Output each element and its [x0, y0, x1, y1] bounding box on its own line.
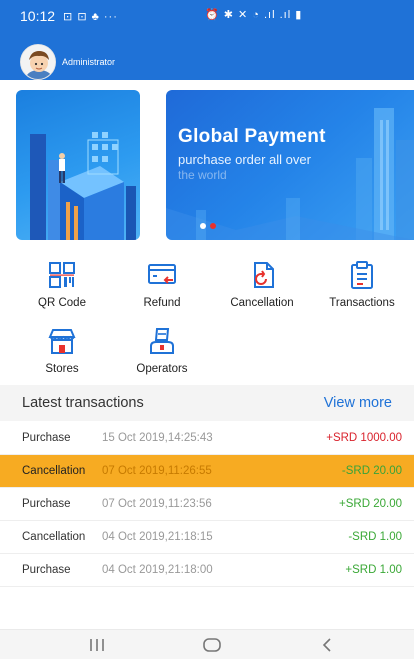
banner-subtitle: purchase order all over	[178, 152, 311, 167]
transaction-amount: -SRD 20.00	[341, 465, 402, 477]
transaction-type: Cancellation	[22, 465, 86, 477]
status-bar: 10:12 ⊡ ⊡ ♣ ··· ⏰ ✱ ✕ ◔ .ıl .ıl ▮	[0, 0, 414, 32]
banner-carousel[interactable]: Global Payment purchase order all over t…	[0, 80, 414, 248]
menu-label: Cancellation	[230, 297, 294, 309]
menu-label: Transactions	[329, 297, 395, 309]
recents-icon	[90, 639, 104, 651]
transaction-amount: +SRD 20.00	[339, 498, 402, 510]
banner-slide-current[interactable]: Global Payment purchase order all over t…	[166, 90, 414, 240]
menu-stores[interactable]: Stores	[12, 326, 112, 375]
app-header: 10:12 ⊡ ⊡ ♣ ··· ⏰ ✱ ✕ ◔ .ıl .ıl ▮ Admini…	[0, 0, 414, 80]
feature-menu: QR Code Refund Cancellation Transactions	[0, 250, 414, 385]
transaction-date: 07 Oct 2019,11:26:55	[102, 465, 212, 477]
menu-label: Operators	[136, 363, 188, 375]
back-icon	[322, 638, 331, 652]
home-icon	[203, 638, 221, 652]
avatar-icon	[21, 45, 55, 79]
cancellation-icon	[254, 262, 274, 288]
transaction-amount: -SRD 1.00	[348, 531, 402, 543]
banner-title: Global Payment	[178, 126, 326, 147]
notification-icons: ⊡ ⊡ ♣ ···	[63, 10, 118, 23]
menu-label: QR Code	[38, 297, 86, 309]
banner-slide-previous[interactable]	[16, 90, 140, 240]
clipboard-icon	[351, 261, 373, 289]
refund-icon	[148, 264, 176, 284]
user-name: Administrator	[62, 57, 116, 67]
system-status-icons: ⏰ ✱ ✕ ◔ .ıl .ıl ▮	[205, 9, 303, 21]
table-row[interactable]: Purchase 07 Oct 2019,11:23:56 +SRD 20.00	[0, 488, 414, 521]
transaction-type: Cancellation	[22, 531, 86, 543]
section-title: Latest transactions	[22, 395, 144, 411]
transaction-amount: +SRD 1.00	[345, 564, 402, 576]
carousel-indicator	[200, 223, 216, 229]
recents-button[interactable]	[82, 634, 112, 656]
transaction-date: 07 Oct 2019,11:23:56	[102, 498, 212, 510]
table-row[interactable]: Purchase 15 Oct 2019,14:25:43 +SRD 1000.…	[0, 422, 414, 455]
menu-transactions[interactable]: Transactions	[312, 260, 412, 309]
view-more-link[interactable]: View more	[324, 395, 392, 411]
menu-refund[interactable]: Refund	[112, 260, 212, 309]
home-button[interactable]	[197, 634, 227, 656]
system-navigation-bar	[0, 629, 414, 659]
transaction-type: Purchase	[22, 498, 71, 510]
menu-label: Stores	[45, 363, 79, 375]
status-time: 10:12	[20, 8, 56, 24]
table-row-highlighted[interactable]: Cancellation 07 Oct 2019,11:26:55 -SRD 2…	[0, 455, 414, 488]
carousel-dot-active[interactable]	[210, 223, 216, 229]
menu-cancellation[interactable]: Cancellation	[212, 260, 312, 309]
transaction-type: Purchase	[22, 564, 71, 576]
transaction-date: 15 Oct 2019,14:25:43	[102, 432, 213, 444]
user-profile[interactable]: Administrator	[20, 44, 115, 80]
back-button[interactable]	[312, 634, 342, 656]
city-illustration-icon	[30, 132, 136, 240]
avatar[interactable]	[20, 44, 56, 80]
carousel-dot[interactable]	[200, 223, 206, 229]
banner-subtitle-faded: the world	[178, 168, 227, 182]
menu-operators[interactable]: Operators	[112, 326, 212, 375]
latest-transactions-header: Latest transactions View more	[0, 385, 414, 421]
store-icon	[48, 329, 76, 354]
transaction-date: 04 Oct 2019,21:18:15	[102, 531, 213, 543]
menu-label: Refund	[143, 297, 181, 309]
qr-code-icon	[49, 262, 75, 288]
table-row[interactable]: Cancellation 04 Oct 2019,21:18:15 -SRD 1…	[0, 521, 414, 554]
transaction-amount: +SRD 1000.00	[326, 432, 402, 444]
table-row[interactable]: Purchase 04 Oct 2019,21:18:00 +SRD 1.00	[0, 554, 414, 587]
transaction-list: Purchase 15 Oct 2019,14:25:43 +SRD 1000.…	[0, 422, 414, 587]
transaction-type: Purchase	[22, 432, 71, 444]
menu-qr-code[interactable]: QR Code	[12, 260, 112, 309]
operator-icon	[150, 328, 174, 354]
transaction-date: 04 Oct 2019,21:18:00	[102, 564, 213, 576]
